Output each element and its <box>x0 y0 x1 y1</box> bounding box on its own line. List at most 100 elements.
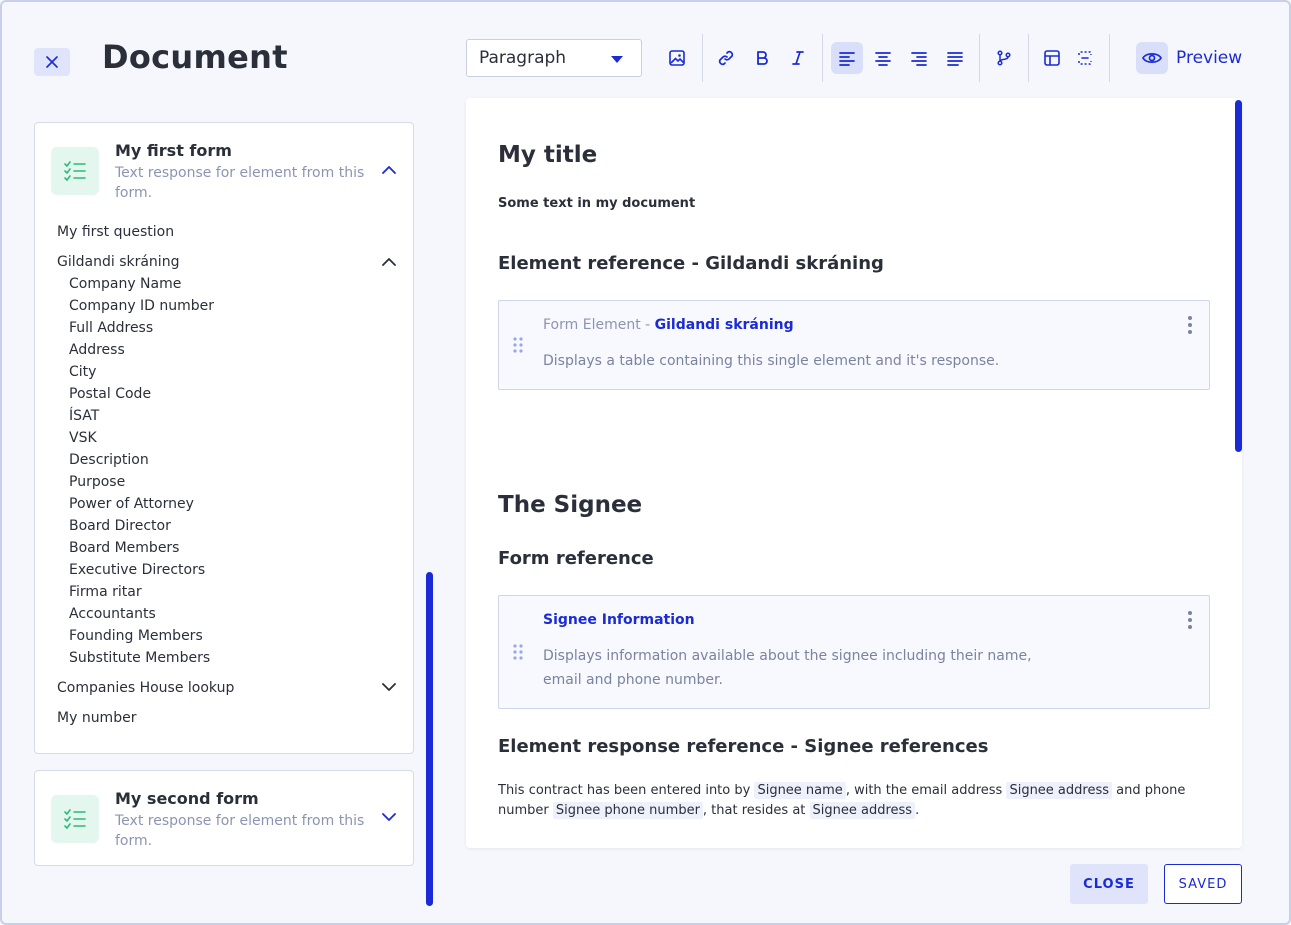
insert-field-button[interactable] <box>1069 42 1101 74</box>
drag-handle-icon[interactable] <box>511 335 525 355</box>
toolbar-divider <box>1028 34 1029 82</box>
reference-link[interactable]: Gildandi skráning <box>655 317 794 333</box>
align-left-icon <box>839 52 855 66</box>
question-subitem[interactable]: VSK <box>69 430 97 446</box>
image-icon <box>669 50 685 66</box>
section-title: The Signee <box>498 492 643 518</box>
block-type-select[interactable]: Paragraph <box>466 39 642 77</box>
signee-address-chip[interactable]: Signee address <box>1006 782 1113 799</box>
paragraph-text: This contract has been entered into by <box>498 783 755 798</box>
question-item[interactable]: Gildandi skráning <box>57 254 179 270</box>
align-center-button[interactable] <box>867 42 899 74</box>
link-button[interactable] <box>710 42 742 74</box>
signee-phone-chip[interactable]: Signee phone number <box>552 802 703 819</box>
checklist-icon <box>51 147 99 195</box>
align-right-button[interactable] <box>903 42 935 74</box>
toolbar-divider <box>702 34 703 82</box>
question-subitem[interactable]: Company ID number <box>69 298 214 314</box>
preview-button[interactable]: Preview <box>1136 42 1242 74</box>
question-item[interactable]: My number <box>57 710 136 726</box>
align-justify-icon <box>947 52 963 66</box>
more-vertical-icon[interactable] <box>1187 610 1193 630</box>
close-icon-button[interactable] <box>34 48 70 76</box>
question-subitem[interactable]: City <box>69 364 96 380</box>
form-reference-block[interactable]: Signee Information Displays information … <box>498 595 1210 709</box>
toolbar-divider <box>979 34 980 82</box>
signee-name-chip[interactable]: Signee name <box>754 782 846 799</box>
question-subitem[interactable]: ÍSAT <box>69 408 99 424</box>
form-title: My second form <box>115 789 259 808</box>
form-title: My first form <box>115 141 232 160</box>
checklist-icon <box>51 795 99 843</box>
doc-heading: My title <box>498 142 598 168</box>
question-subitem[interactable]: Power of Attorney <box>69 496 194 512</box>
italic-button[interactable] <box>782 42 814 74</box>
question-subitem[interactable]: Firma ritar <box>69 584 142 600</box>
paragraph-text: , that resides at <box>702 803 810 818</box>
close-icon <box>46 56 58 68</box>
branch-button[interactable] <box>988 42 1020 74</box>
element-reference-block[interactable]: Form Element - Gildandi skráning Display… <box>498 300 1210 390</box>
question-subitem[interactable]: Founding Members <box>69 628 203 644</box>
close-button[interactable]: CLOSE <box>1070 864 1148 904</box>
drag-handle-icon[interactable] <box>511 642 525 662</box>
reference-label: Signee Information <box>543 612 695 628</box>
section-heading: Element response reference - Signee refe… <box>498 736 989 757</box>
paragraph-text: . <box>915 803 920 818</box>
section-heading: Element reference - Gildandi skráning <box>498 253 884 274</box>
reference-link[interactable]: Signee Information <box>543 612 695 628</box>
chevron-up-icon[interactable] <box>379 251 399 271</box>
form-card-first: My first form Text response for element … <box>34 122 414 754</box>
page-title: Document <box>102 38 288 76</box>
section-heading: Form reference <box>498 548 654 569</box>
reference-description-line: Displays information available about the… <box>543 648 1032 664</box>
question-subitem[interactable]: Address <box>69 342 125 358</box>
question-subitem[interactable]: Postal Code <box>69 386 151 402</box>
question-item[interactable]: Companies House lookup <box>57 680 234 696</box>
reference-description: Displays a table containing this single … <box>543 353 1000 369</box>
question-subitem[interactable]: Accountants <box>69 606 156 622</box>
chevron-down-icon[interactable] <box>379 807 399 827</box>
signee-address-chip[interactable]: Signee address <box>809 802 916 819</box>
form-description: Text response for element from this form… <box>115 813 365 849</box>
saved-button[interactable]: SAVED <box>1164 864 1242 904</box>
question-subitem[interactable]: Company Name <box>69 276 181 292</box>
bold-icon <box>757 51 768 65</box>
more-vertical-icon[interactable] <box>1187 315 1193 335</box>
question-subitem[interactable]: Substitute Members <box>69 650 210 666</box>
align-justify-button[interactable] <box>939 42 971 74</box>
bold-button[interactable] <box>746 42 778 74</box>
editor-scrollbar[interactable] <box>1235 100 1242 452</box>
block-type-value: Paragraph <box>479 48 567 68</box>
question-subitem[interactable]: Board Members <box>69 540 179 556</box>
paragraph-text: , with the email address <box>845 783 1007 798</box>
form-card-second: My second form Text response for element… <box>34 770 414 866</box>
question-subitem[interactable]: Board Director <box>69 518 171 534</box>
insert-table-button[interactable] <box>1036 42 1068 74</box>
left-scrollbar[interactable] <box>426 572 433 906</box>
question-subitem[interactable]: Description <box>69 452 149 468</box>
document-editor[interactable]: My title Some text in my document Elemen… <box>466 98 1242 848</box>
question-subitem[interactable]: Purpose <box>69 474 125 490</box>
reference-label: Form Element - Gildandi skráning <box>543 317 794 333</box>
toolbar-divider <box>822 34 823 82</box>
align-left-button[interactable] <box>831 42 863 74</box>
caret-down-icon <box>611 56 623 63</box>
form-description: Text response for element from this form… <box>115 165 365 201</box>
signee-paragraph[interactable]: This contract has been entered into by S… <box>498 781 1210 821</box>
reference-prefix: Form Element - <box>543 317 655 333</box>
preview-label: Preview <box>1176 48 1243 68</box>
question-item[interactable]: My first question <box>57 224 174 240</box>
chevron-down-icon[interactable] <box>379 677 399 697</box>
question-subitem[interactable]: Executive Directors <box>69 562 205 578</box>
branch-icon <box>997 50 1011 66</box>
link-icon <box>718 50 734 66</box>
italic-icon <box>792 51 804 65</box>
reference-description: Displays information available about the… <box>543 644 1032 692</box>
reference-description-line: email and phone number. <box>543 672 723 688</box>
insert-image-button[interactable] <box>661 42 693 74</box>
table-icon <box>1044 50 1060 66</box>
align-center-icon <box>875 52 891 66</box>
chevron-up-icon[interactable] <box>379 159 399 179</box>
question-subitem[interactable]: Full Address <box>69 320 153 336</box>
